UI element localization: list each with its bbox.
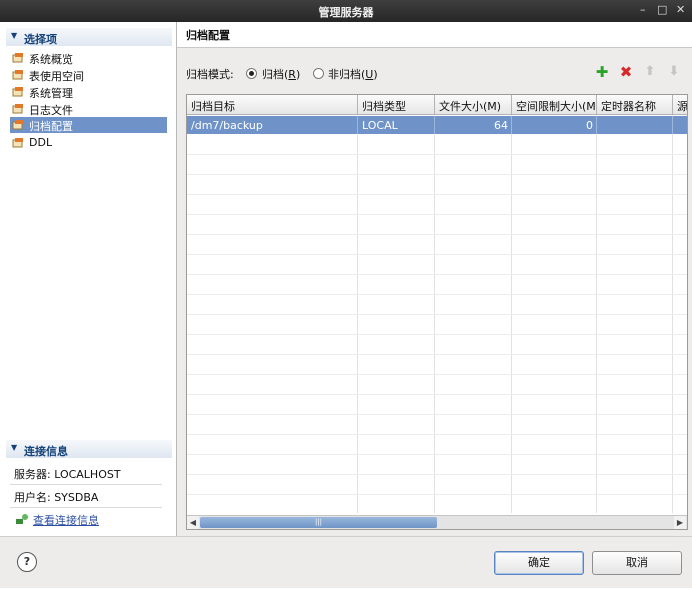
row-line	[187, 314, 687, 315]
cancel-button[interactable]: 取消	[592, 551, 682, 575]
row-line	[187, 194, 687, 195]
row-line	[187, 394, 687, 395]
add-icon[interactable]: ✚	[594, 64, 610, 80]
archive-mode-label: 归档模式:	[186, 68, 234, 81]
delete-icon[interactable]: ✖	[618, 64, 634, 80]
page-icon	[12, 53, 23, 63]
sidebar-item-log-files[interactable]: 日志文件	[10, 101, 167, 117]
divider	[10, 507, 162, 508]
page-title: 归档配置	[186, 29, 230, 42]
window-title: 管理服务器	[318, 6, 374, 19]
main-panel: 归档配置 归档模式: 归档(R) 非归档(U) ✚ ✖ ⬆ ⬇ 归档目标 归档类…	[177, 22, 692, 536]
page-icon	[12, 138, 23, 148]
noarchive-radio-label[interactable]: 非归档(U)	[328, 66, 378, 82]
archive-table[interactable]: 归档目标 归档类型 文件大小(M) 空间限制大小(M 定时器名称 源 /dm7/…	[186, 94, 688, 530]
view-connection-info-link[interactable]: 查看连接信息	[33, 512, 99, 528]
row-line	[187, 214, 687, 215]
help-icon[interactable]: ?	[17, 552, 37, 572]
column-header-file-size[interactable]: 文件大小(M)	[435, 95, 512, 115]
row-line	[187, 154, 687, 155]
sidebar: ▼ 选择项 系统概览 表使用空间 系统管理 日志文件 归档配置 DDL ▼ 连接…	[0, 22, 177, 536]
page-icon	[12, 70, 23, 80]
cell-file-size[interactable]: 64	[439, 119, 508, 132]
divider	[10, 484, 162, 485]
user-info: 用户名: SYSDBA	[14, 491, 99, 504]
noarchive-radio[interactable]	[313, 68, 324, 79]
row-line	[187, 354, 687, 355]
connection-section-header[interactable]: ▼ 连接信息	[6, 440, 172, 458]
row-line	[187, 174, 687, 175]
archive-radio[interactable]	[246, 68, 257, 79]
cell-space-limit[interactable]: 0	[516, 119, 593, 132]
row-line	[187, 474, 687, 475]
page-icon	[12, 120, 23, 130]
close-icon[interactable]: ✕	[676, 3, 685, 16]
sidebar-item-table-space[interactable]: 表使用空间	[10, 67, 167, 83]
row-line	[187, 234, 687, 235]
row-line	[187, 274, 687, 275]
connection-icon	[16, 514, 28, 524]
background-status-strip	[0, 588, 692, 595]
column-header-space-limit[interactable]: 空间限制大小(M	[512, 95, 597, 115]
column-header-target[interactable]: 归档目标	[187, 95, 358, 115]
row-line	[187, 334, 687, 335]
page-icon	[12, 87, 23, 97]
sidebar-item-ddl[interactable]: DDL	[10, 135, 167, 151]
sidebar-item-system-overview[interactable]: 系统概览	[10, 50, 167, 66]
scroll-left-icon[interactable]: ◀	[187, 516, 199, 529]
row-line	[187, 434, 687, 435]
column-header-type[interactable]: 归档类型	[358, 95, 435, 115]
row-line	[187, 414, 687, 415]
move-down-icon[interactable]: ⬇	[666, 64, 682, 80]
title-bar: 管理服务器 – □ ✕	[0, 0, 692, 22]
collapse-arrow-icon: ▼	[11, 443, 18, 452]
horizontal-scrollbar[interactable]: ◀ ||| ▶	[187, 515, 687, 529]
maximize-icon[interactable]: □	[657, 3, 667, 16]
page-icon	[12, 104, 23, 114]
column-header-timer[interactable]: 定时器名称	[597, 95, 673, 115]
minimize-icon[interactable]: –	[640, 3, 646, 16]
row-line	[187, 374, 687, 375]
column-header-source[interactable]: 源	[673, 95, 687, 115]
cell-target[interactable]: /dm7/backup	[191, 119, 263, 132]
row-line	[187, 494, 687, 495]
scroll-right-icon[interactable]: ▶	[674, 516, 686, 529]
server-info: 服务器: LOCALHOST	[14, 468, 121, 481]
move-up-icon[interactable]: ⬆	[642, 64, 658, 80]
row-line	[187, 294, 687, 295]
sidebar-item-system-management[interactable]: 系统管理	[10, 84, 167, 100]
scrollbar-thumb[interactable]: |||	[200, 517, 437, 528]
archive-radio-label[interactable]: 归档(R)	[262, 66, 300, 82]
options-section-header[interactable]: ▼ 选择项	[6, 28, 172, 46]
ok-button[interactable]: 确定	[494, 551, 584, 575]
cell-type[interactable]: LOCAL	[362, 119, 398, 132]
row-line	[187, 254, 687, 255]
dialog-footer: ? 确定 取消	[0, 536, 692, 589]
collapse-arrow-icon: ▼	[11, 31, 18, 40]
panel-header: 归档配置	[177, 22, 692, 48]
row-line	[187, 454, 687, 455]
sidebar-item-archive-config[interactable]: 归档配置	[10, 117, 167, 133]
